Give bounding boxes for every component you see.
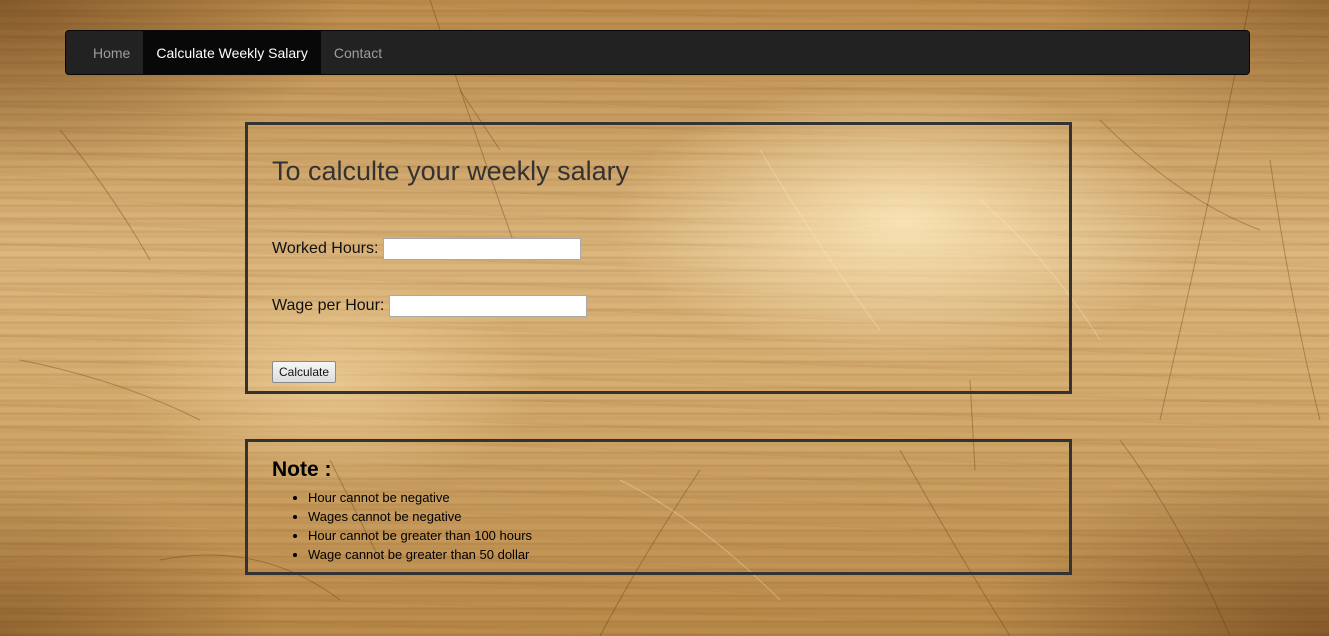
nav-list: Home Calculate Weekly Salary Contact (66, 31, 1249, 74)
wage-per-hour-label: Wage per Hour: (272, 297, 385, 314)
worked-hours-row: Worked Hours: (272, 238, 582, 260)
note-item-wage-limit: Wage cannot be greater than 50 dollar (308, 545, 532, 564)
note-item-wage-negative: Wages cannot be negative (308, 507, 532, 526)
wage-per-hour-input[interactable] (389, 295, 588, 317)
wage-per-hour-row: Wage per Hour: (272, 295, 588, 317)
nav-contact-link[interactable]: Contact (321, 31, 395, 74)
nav-calculate-weekly-salary-link[interactable]: Calculate Weekly Salary (143, 31, 321, 74)
form-title: To calculte your weekly salary (272, 156, 630, 186)
calculate-button[interactable]: Calculate (272, 361, 337, 383)
note-item-hour-limit: Hour cannot be greater than 100 hours (308, 526, 532, 545)
worked-hours-label: Worked Hours: (272, 240, 379, 257)
note-title: Note : (272, 458, 332, 481)
note-panel: Note : Hour cannot be negative Wages can… (245, 439, 1072, 575)
worked-hours-input[interactable] (383, 238, 582, 260)
nav-home-link[interactable]: Home (80, 31, 143, 74)
top-navbar: Home Calculate Weekly Salary Contact (65, 30, 1250, 75)
note-item-hour-negative: Hour cannot be negative (308, 488, 532, 507)
note-list: Hour cannot be negative Wages cannot be … (272, 488, 532, 564)
salary-form-panel: To calculte your weekly salary Worked Ho… (245, 122, 1072, 394)
